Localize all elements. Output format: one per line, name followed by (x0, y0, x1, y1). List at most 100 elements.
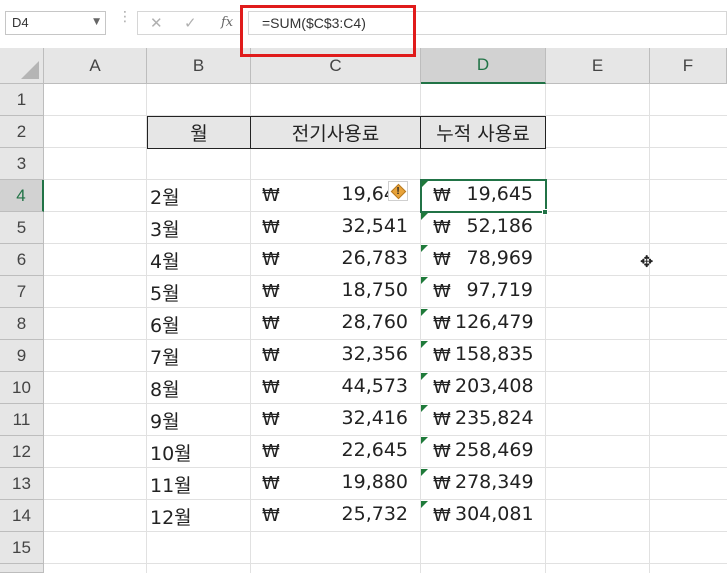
table-header-cumulative[interactable]: 누적 사용료 (420, 116, 546, 149)
month-cell[interactable]: 4월 (150, 247, 180, 274)
currency-symbol: ₩ (433, 409, 451, 430)
month-cell[interactable]: 8월 (150, 375, 180, 402)
month-cell[interactable]: 5월 (150, 279, 180, 306)
usage-cell[interactable]: 26,783 (300, 247, 408, 269)
fx-icon[interactable]: fx (221, 15, 233, 30)
month-cell[interactable]: 9월 (150, 407, 180, 434)
column-header-e[interactable]: E (546, 48, 650, 84)
gridline (44, 467, 727, 468)
spreadsheet-grid[interactable]: A B C D E F 1 2 3 4 5 6 7 8 9 10 11 12 1… (0, 48, 727, 573)
month-cell[interactable]: 3월 (150, 215, 180, 242)
currency-symbol: ₩ (433, 377, 451, 398)
cumulative-cell[interactable]: 278,349 (455, 471, 534, 493)
gridline (44, 307, 727, 308)
row-header-8[interactable]: 8 (0, 308, 44, 340)
column-header-b[interactable]: B (147, 48, 251, 84)
row-label: 12 (12, 441, 31, 461)
row-header-13[interactable]: 13 (0, 468, 44, 500)
column-label: E (591, 55, 604, 75)
currency-symbol: ₩ (262, 313, 280, 334)
cumulative-cell[interactable]: 158,835 (455, 343, 534, 365)
fill-handle[interactable] (542, 209, 548, 215)
usage-cell[interactable]: 44,573 (300, 375, 408, 397)
usage-cell[interactable]: 19,880 (300, 471, 408, 493)
month-cell[interactable]: 10월 (150, 439, 192, 466)
currency-symbol: ₩ (262, 185, 280, 206)
row-header-14[interactable]: 14 (0, 500, 44, 532)
row-header-2[interactable]: 2 (0, 116, 44, 148)
month-cell[interactable]: 12월 (150, 503, 192, 530)
cumulative-cell[interactable]: 235,824 (455, 407, 534, 429)
column-label: B (192, 55, 205, 75)
row-label: 15 (12, 537, 31, 557)
column-label: F (682, 55, 694, 75)
usage-cell[interactable]: 28,760 (300, 311, 408, 333)
error-indicator-icon (421, 373, 428, 380)
cumulative-cell[interactable]: 258,469 (455, 439, 534, 461)
table-header-month[interactable]: 월 (147, 116, 251, 149)
row-header-10[interactable]: 10 (0, 372, 44, 404)
gridline (44, 371, 727, 372)
cumulative-cell[interactable]: 203,408 (455, 375, 534, 397)
row-header-5[interactable]: 5 (0, 212, 44, 244)
row-header-3[interactable]: 3 (0, 148, 44, 180)
currency-symbol: ₩ (433, 505, 451, 526)
usage-cell[interactable]: 32,416 (300, 407, 408, 429)
cumulative-cell[interactable]: 52,186 (455, 215, 533, 237)
row-header-1[interactable]: 1 (0, 84, 44, 116)
row-label: 10 (12, 377, 31, 397)
cumulative-cell[interactable]: 97,719 (455, 279, 533, 301)
row-header-15[interactable]: 15 (0, 532, 44, 564)
currency-symbol: ₩ (433, 281, 451, 302)
chevron-down-icon[interactable]: ▼ (93, 17, 100, 27)
cumulative-cell[interactable]: 304,081 (455, 503, 534, 525)
row-header-4[interactable]: 4 (0, 180, 44, 212)
month-cell[interactable]: 7월 (150, 343, 180, 370)
gridline (44, 211, 727, 212)
gridline (44, 435, 727, 436)
month-cell[interactable]: 6월 (150, 311, 180, 338)
close-icon[interactable]: ✕ (150, 14, 163, 32)
row-label: 13 (12, 473, 31, 493)
gridline (44, 339, 727, 340)
warning-icon[interactable]: ! (388, 181, 408, 201)
row-header-11[interactable]: 11 (0, 404, 44, 436)
currency-symbol: ₩ (433, 217, 451, 238)
error-indicator-icon (421, 245, 428, 252)
name-box[interactable]: D4 ▼ (5, 11, 106, 35)
header-label: 전기사용료 (291, 123, 380, 145)
column-header-f[interactable]: F (650, 48, 727, 84)
usage-cell[interactable]: 22,645 (300, 439, 408, 461)
error-indicator-icon (421, 437, 428, 444)
formula-bar-area: D4 ▼ ⋮ ✕ ✓ fx =SUM($C$3:C4) (0, 0, 727, 57)
month-cell[interactable]: 2월 (150, 183, 180, 210)
gridline (44, 531, 727, 532)
row-label: 2 (16, 121, 27, 141)
select-all-corner[interactable] (0, 48, 44, 84)
cumulative-cell[interactable]: 126,479 (455, 311, 534, 333)
currency-symbol: ₩ (433, 473, 451, 494)
usage-cell[interactable]: 32,356 (300, 343, 408, 365)
row-label: 7 (16, 281, 27, 301)
row-header-16[interactable] (0, 564, 44, 573)
row-header-6[interactable]: 6 (0, 244, 44, 276)
select-all-icon (21, 61, 39, 79)
row-header-9[interactable]: 9 (0, 340, 44, 372)
column-header-a[interactable]: A (44, 48, 147, 84)
currency-symbol: ₩ (262, 249, 280, 270)
column-header-d[interactable]: D (421, 48, 546, 84)
gridline (44, 499, 727, 500)
month-cell[interactable]: 11월 (150, 471, 192, 498)
more-icon: ⋮ (118, 9, 132, 25)
row-header-7[interactable]: 7 (0, 276, 44, 308)
check-icon[interactable]: ✓ (184, 14, 197, 32)
usage-cell[interactable]: 25,732 (300, 503, 408, 525)
table-header-usage[interactable]: 전기사용료 (250, 116, 421, 149)
row-label: 3 (16, 153, 27, 173)
currency-symbol: ₩ (262, 345, 280, 366)
gridline (44, 275, 727, 276)
cumulative-cell[interactable]: 78,969 (455, 247, 533, 269)
usage-cell[interactable]: 18,750 (300, 279, 408, 301)
row-header-12[interactable]: 12 (0, 436, 44, 468)
usage-cell[interactable]: 32,541 (300, 215, 408, 237)
